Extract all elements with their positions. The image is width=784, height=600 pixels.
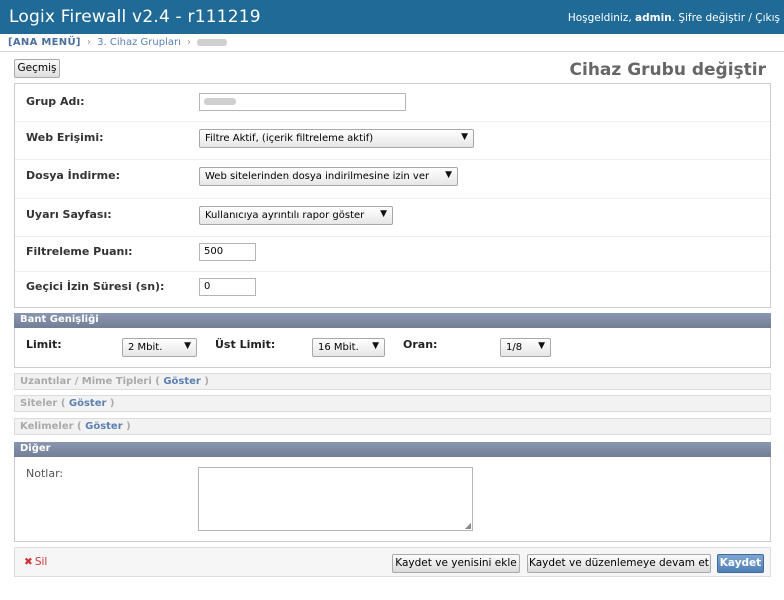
main-form-fieldset: Grup Adı: Web Erişimi: Filtre Aktif, (iç… bbox=[14, 83, 771, 308]
extensions-show-link[interactable]: Göster bbox=[163, 376, 201, 387]
change-password-link[interactable]: Şifre değiştir bbox=[678, 12, 745, 24]
dropdown-arrow-icon: ▼ bbox=[445, 170, 452, 180]
breadcrumb-home-link[interactable]: [ANA MENÜ] bbox=[8, 37, 81, 48]
form-row-filter-score: Filtreleme Puanı: 500 bbox=[15, 237, 770, 272]
dropdown-arrow-icon: ▼ bbox=[461, 132, 468, 142]
warning-page-value: Kullanıcıya ayrıntılı rapor göster bbox=[205, 210, 365, 221]
sites-title: Siteler bbox=[20, 398, 58, 409]
form-row-group-name: Grup Adı: bbox=[15, 84, 770, 122]
user-tools: Hoşgeldiniz, admin. Şifre değiştir / Çık… bbox=[567, 12, 780, 24]
logout-link[interactable]: Çıkış bbox=[755, 12, 780, 24]
limit-label: Limit: bbox=[26, 338, 62, 351]
username: admin bbox=[635, 12, 672, 24]
keywords-section: Kelimeler ( Göster ) bbox=[14, 418, 771, 435]
form-row-file-download: Dosya İndirme: Web sitelerinden dosya in… bbox=[15, 160, 770, 199]
keywords-show-link[interactable]: Göster bbox=[85, 421, 123, 432]
welcome-text: Hoşgeldiniz, bbox=[567, 12, 632, 24]
submit-row: ✖ Sil Kaydet ve yenisini ekle Kaydet ve d… bbox=[14, 547, 771, 577]
group-name-input[interactable] bbox=[199, 93, 406, 111]
form-row-web-access: Web Erişimi: Filtre Aktif, (içerik filtr… bbox=[15, 122, 770, 160]
top-header: Logix Firewall v2.4 - r111219 Hoşgeldini… bbox=[0, 0, 784, 34]
file-download-label: Dosya İndirme: bbox=[26, 169, 120, 182]
limit-value: 2 Mbit. bbox=[128, 342, 163, 353]
sites-show-link[interactable]: Göster bbox=[69, 398, 107, 409]
dropdown-arrow-icon: ▼ bbox=[372, 341, 379, 351]
dropdown-arrow-icon: ▼ bbox=[380, 209, 387, 219]
save-button[interactable]: Kaydet bbox=[717, 554, 764, 573]
notes-label: Notlar: bbox=[26, 467, 64, 480]
form-row-temp-permission: Geçici İzin Süresi (sn): 0 bbox=[15, 272, 770, 307]
temp-permission-input[interactable]: 0 bbox=[199, 278, 256, 296]
notes-textarea[interactable]: ◢ bbox=[198, 467, 473, 531]
page-title: Cihaz Grubu değiştir bbox=[569, 60, 766, 80]
web-access-select[interactable]: Filtre Aktif, (içerik filtreleme aktif) … bbox=[199, 129, 474, 148]
sites-section: Siteler ( Göster ) bbox=[14, 395, 771, 412]
temp-permission-label: Geçici İzin Süresi (sn): bbox=[26, 280, 165, 293]
filter-score-input[interactable]: 500 bbox=[199, 243, 256, 261]
save-and-add-another-button[interactable]: Kaydet ve yenisini ekle bbox=[392, 554, 520, 573]
other-module-header: Diğer bbox=[14, 442, 771, 457]
file-download-select[interactable]: Web sitelerinden dosya indirilmesine izi… bbox=[199, 167, 458, 186]
ratio-select[interactable]: 1/8 ▼ bbox=[500, 338, 551, 357]
app-title: Logix Firewall v2.4 - r111219 bbox=[9, 7, 261, 27]
history-button[interactable]: Geçmiş bbox=[14, 59, 60, 78]
breadcrumb-current-redacted bbox=[197, 38, 228, 46]
dropdown-arrow-icon: ▼ bbox=[538, 341, 545, 351]
delete-link[interactable]: ✖ Sil bbox=[24, 556, 47, 568]
breadcrumb-separator: › bbox=[86, 37, 91, 48]
form-row-warning-page: Uyarı Sayfası: Kullanıcıya ayrıntılı rap… bbox=[15, 199, 770, 237]
keywords-title: Kelimeler bbox=[20, 421, 74, 432]
extensions-mime-title: Uzantılar / Mime Tipleri bbox=[20, 376, 152, 387]
bandwidth-module-header: Bant Genişliği bbox=[14, 313, 771, 328]
breadcrumb-section-link[interactable]: 3. Cihaz Grupları bbox=[97, 37, 181, 48]
delete-x-icon: ✖ bbox=[24, 556, 33, 568]
web-access-label: Web Erişimi: bbox=[26, 131, 104, 144]
upper-limit-value: 16 Mbit. bbox=[318, 342, 359, 353]
ratio-label: Oran: bbox=[403, 338, 438, 351]
file-download-value: Web sitelerinden dosya indirilmesine izi… bbox=[205, 171, 430, 182]
group-name-label: Grup Adı: bbox=[26, 95, 85, 108]
bandwidth-fieldset: Limit: 2 Mbit. ▼ Üst Limit: 16 Mbit. ▼ O… bbox=[14, 328, 771, 368]
upper-limit-label: Üst Limit: bbox=[215, 338, 276, 351]
save-and-continue-button[interactable]: Kaydet ve düzenlemeye devam et bbox=[527, 554, 711, 573]
breadcrumb-separator: › bbox=[187, 37, 192, 48]
ratio-value: 1/8 bbox=[506, 342, 523, 353]
resize-grip-icon[interactable]: ◢ bbox=[465, 521, 471, 530]
user-tools-separator: / bbox=[748, 12, 752, 24]
web-access-value: Filtre Aktif, (içerik filtreleme aktif) bbox=[205, 133, 374, 144]
limit-select[interactable]: 2 Mbit. ▼ bbox=[122, 338, 197, 357]
warning-page-label: Uyarı Sayfası: bbox=[26, 208, 112, 221]
upper-limit-select[interactable]: 16 Mbit. ▼ bbox=[312, 338, 385, 357]
dropdown-arrow-icon: ▼ bbox=[184, 341, 191, 351]
breadcrumb: [ANA MENÜ] › 3. Cihaz Grupları › bbox=[0, 34, 784, 52]
delete-label: Sil bbox=[34, 556, 48, 568]
warning-page-select[interactable]: Kullanıcıya ayrıntılı rapor göster ▼ bbox=[199, 206, 393, 225]
extensions-mime-section: Uzantılar / Mime Tipleri ( Göster ) bbox=[14, 373, 771, 390]
filter-score-label: Filtreleme Puanı: bbox=[26, 245, 133, 258]
